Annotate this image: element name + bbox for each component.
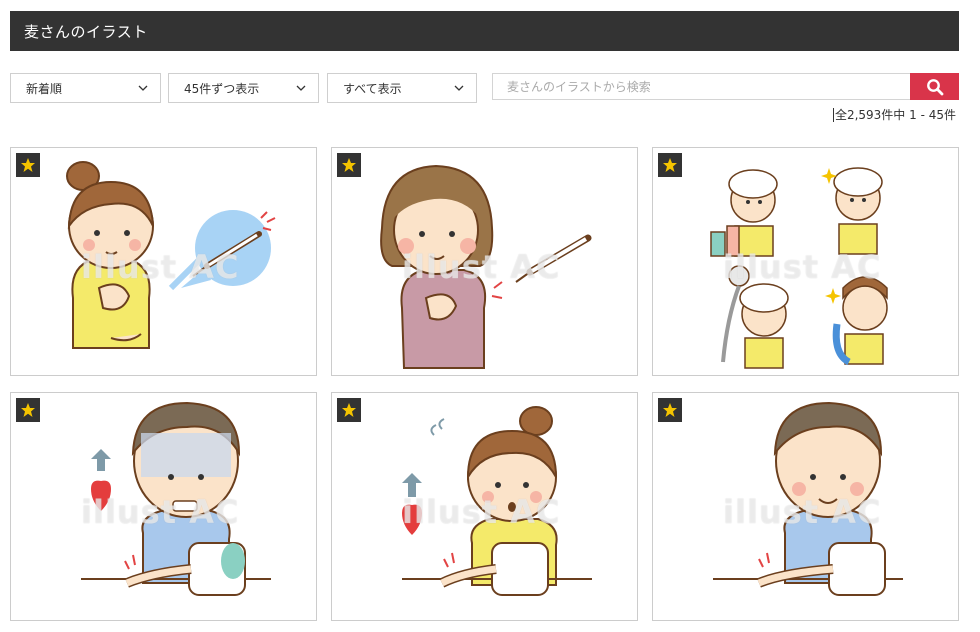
- favorite-button[interactable]: [658, 153, 682, 177]
- chevron-down-icon: [138, 85, 148, 91]
- star-icon: [663, 158, 677, 172]
- illustration-card[interactable]: illust AC: [652, 147, 959, 376]
- chevron-down-icon: [454, 85, 464, 91]
- favorite-button[interactable]: [337, 398, 361, 422]
- search-input[interactable]: [492, 73, 911, 100]
- per-page-select-value: 45件ずつ表示: [184, 81, 260, 96]
- page-title-bar: 麦さんのイラスト: [10, 11, 959, 51]
- result-count: 全2,593件中 1 - 45件: [832, 108, 956, 122]
- star-icon: [21, 158, 35, 172]
- illustration-card[interactable]: illust AC: [331, 392, 638, 621]
- favorite-button[interactable]: [337, 153, 361, 177]
- show-filter-select[interactable]: すべて表示: [327, 73, 477, 103]
- illustration-woman-vaccine: [66, 161, 276, 349]
- illustration-woman-worried-bp: [402, 406, 592, 596]
- star-icon: [342, 403, 356, 417]
- search-button[interactable]: [910, 73, 959, 100]
- page-title: 麦さんのイラスト: [24, 22, 148, 41]
- star-icon: [21, 403, 35, 417]
- per-page-select[interactable]: 45件ずつ表示: [168, 73, 319, 103]
- star-icon: [663, 403, 677, 417]
- illustration-girl-shampoo: [710, 167, 888, 369]
- illustration-man-anxious-bp: [81, 401, 271, 596]
- chevron-down-icon: [296, 85, 306, 91]
- sort-select[interactable]: 新着順: [10, 73, 161, 103]
- star-icon: [342, 158, 356, 172]
- favorite-button[interactable]: [16, 398, 40, 422]
- illustration-card[interactable]: illust AC: [10, 147, 317, 376]
- favorite-button[interactable]: [16, 153, 40, 177]
- illustration-card[interactable]: illust AC: [331, 147, 638, 376]
- illustration-woman-syringe: [380, 164, 592, 369]
- search-icon: [926, 78, 943, 95]
- illustration-card[interactable]: illust AC: [10, 392, 317, 621]
- sort-select-value: 新着順: [26, 81, 63, 96]
- illustration-card[interactable]: illust AC: [652, 392, 959, 621]
- favorite-button[interactable]: [658, 398, 682, 422]
- show-filter-select-value: すべて表示: [343, 81, 402, 96]
- illustration-man-calm-bp: [713, 401, 903, 596]
